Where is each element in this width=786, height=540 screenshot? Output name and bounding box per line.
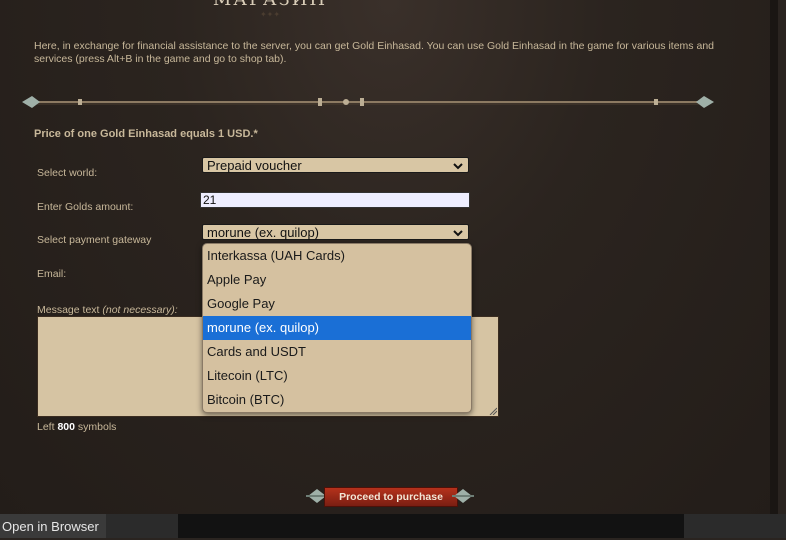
message-label: Message text (not necessary):: [37, 304, 178, 316]
email-label: Email:: [37, 268, 67, 280]
proceed-button-frame: Proceed to purchase: [306, 485, 474, 507]
gateway-option[interactable]: Apple Pay: [203, 268, 471, 292]
gateway-option[interactable]: Google Pay: [203, 292, 471, 316]
taskbar-window-area: [178, 514, 684, 538]
gateway-dropdown-list[interactable]: Interkassa (UAH Cards) Apple Pay Google …: [202, 243, 472, 413]
world-select-value: Prepaid voucher: [207, 158, 302, 173]
ornament-right-icon: [452, 489, 474, 503]
message-label-text: Message text: [37, 304, 100, 316]
resize-grip-icon[interactable]: [489, 407, 497, 415]
golds-amount-input[interactable]: [200, 192, 470, 208]
gateway-option[interactable]: Litecoin (LTC): [203, 364, 471, 388]
symbols-left-prefix: Left: [37, 421, 55, 433]
world-select[interactable]: Prepaid voucher: [202, 157, 469, 173]
open-in-browser-button[interactable]: Open in Browser: [0, 514, 106, 538]
chevron-down-icon: [453, 163, 463, 170]
gateway-select-value: morune (ex. quilop): [207, 225, 319, 240]
proceed-to-purchase-button[interactable]: Proceed to purchase: [324, 487, 458, 507]
golds-label: Enter Golds amount:: [37, 201, 134, 213]
gateway-option[interactable]: Cards and USDT: [203, 340, 471, 364]
gateway-label: Select payment gateway: [37, 234, 152, 246]
gateway-option[interactable]: Bitcoin (BTC): [203, 388, 471, 412]
world-label: Select world:: [37, 167, 98, 179]
title-ornament: ✦✦✦: [259, 10, 281, 19]
symbols-left: Left 800 symbols: [37, 421, 116, 433]
ornamental-divider: [22, 96, 714, 108]
symbols-left-count: 800: [57, 421, 75, 433]
intro-text: Here, in exchange for financial assistan…: [34, 40, 714, 65]
gateway-option-selected[interactable]: morune (ex. quilop): [203, 316, 471, 340]
price-note: Price of one Gold Einhasad equals 1 USD.…: [34, 128, 258, 140]
gateway-option[interactable]: Interkassa (UAH Cards): [203, 244, 471, 268]
gateway-select[interactable]: morune (ex. quilop): [202, 224, 469, 240]
page-title: МАГАЗИН: [200, 0, 340, 10]
shop-panel: МАГАЗИН ✦✦✦ Here, in exchange for financ…: [0, 0, 778, 514]
chevron-down-icon: [453, 230, 463, 237]
symbols-left-suffix: symbols: [77, 421, 117, 433]
message-label-optional: (not necessary):: [102, 304, 178, 316]
